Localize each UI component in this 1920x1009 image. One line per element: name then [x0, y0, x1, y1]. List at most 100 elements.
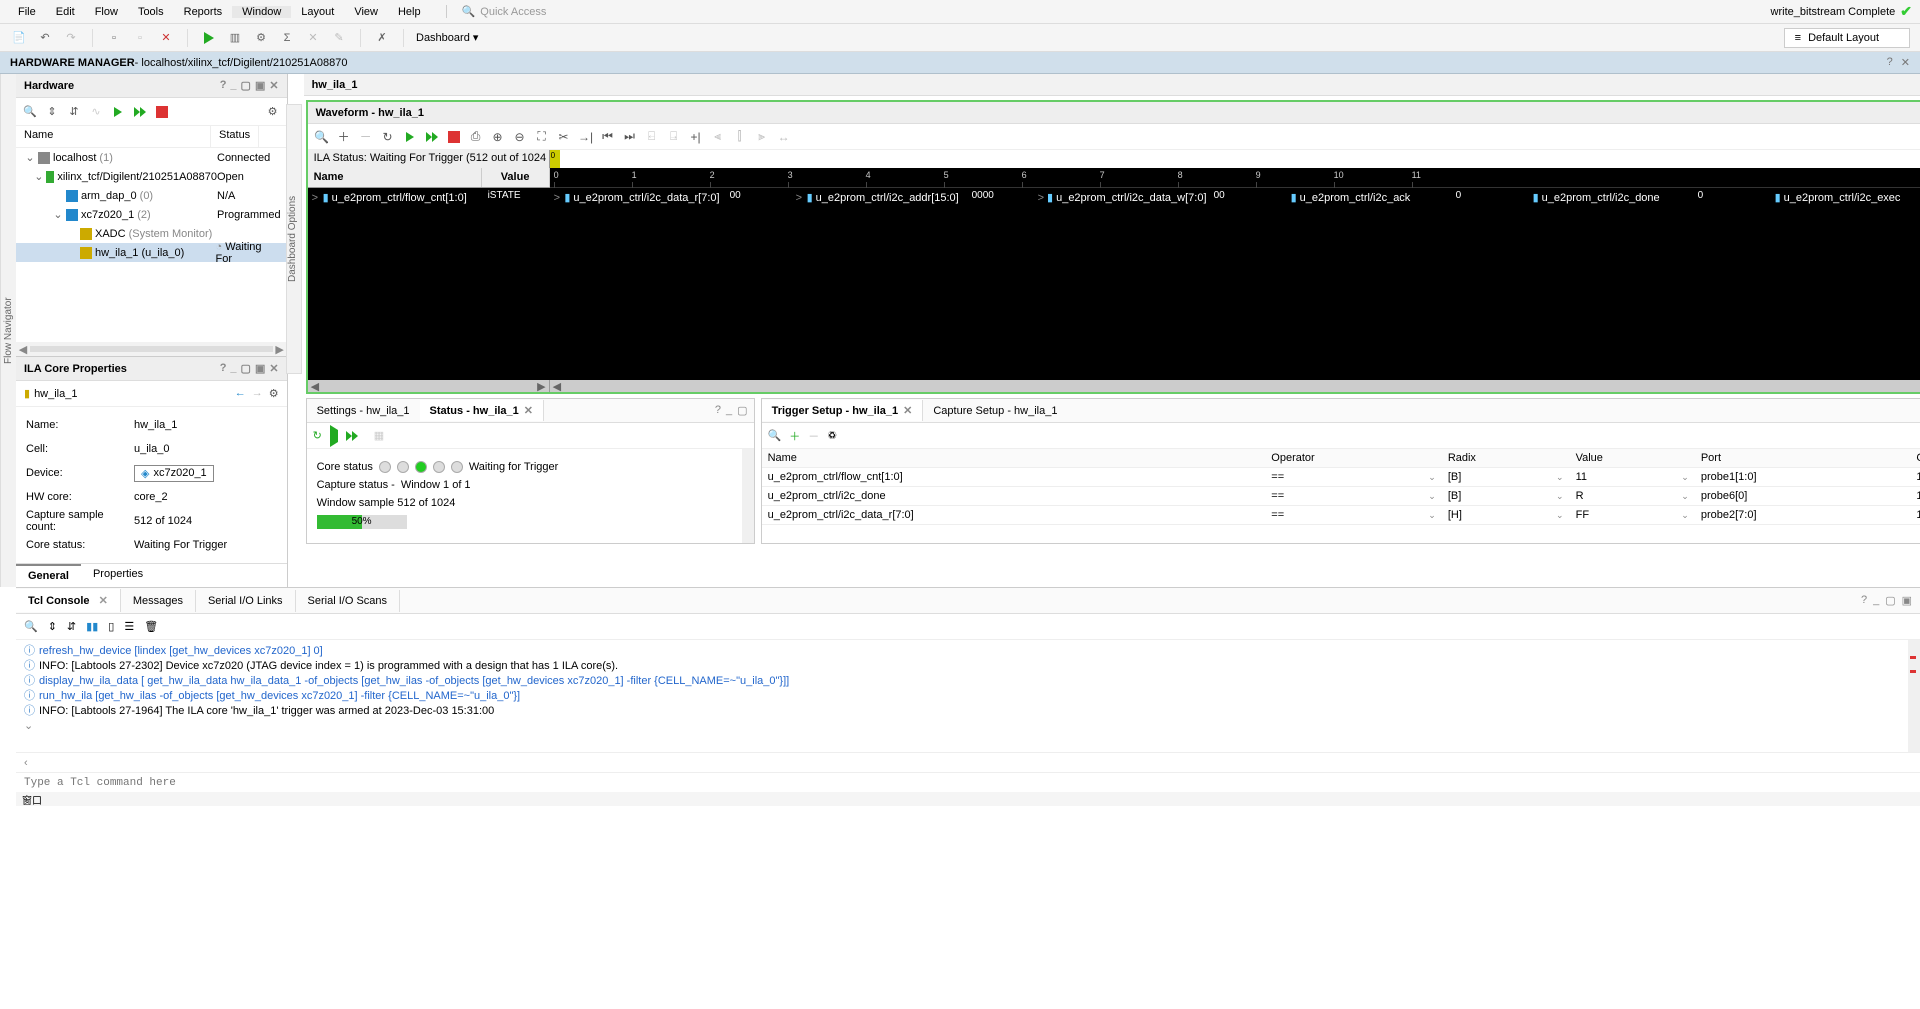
signal-row[interactable]: >▮u_e2prom_ctrl/i2c_addr[15:0]0000	[792, 188, 1034, 207]
play-icon[interactable]	[330, 430, 338, 442]
tab-settings[interactable]: Settings - hw_ila_1	[307, 401, 420, 421]
remove-icon[interactable]: －	[808, 428, 819, 444]
minimize-icon[interactable]: _	[230, 79, 236, 92]
table-row[interactable]: u_e2prom_ctrl/flow_cnt[1:0]==⌄[B]⌄11⌄pro…	[762, 468, 1920, 487]
play-icon[interactable]	[110, 104, 126, 120]
refresh-icon[interactable]: ↻	[313, 429, 322, 442]
quick-access[interactable]: 🔍 Quick Access	[446, 5, 547, 18]
help-icon[interactable]: ?	[715, 404, 721, 417]
tree-row[interactable]: ⌄xilinx_tcf/Digilent/210251A08870Open	[16, 167, 287, 186]
waveform-scrollbar[interactable]: ◀▶ ◀	[308, 380, 1920, 392]
wv-col-value[interactable]: Value	[482, 168, 550, 187]
align-left-icon[interactable]: ⫷	[710, 129, 726, 145]
signal-row[interactable]: >▮u_e2prom_ctrl/i2c_data_r[7:0]00	[550, 188, 792, 207]
align-right-icon[interactable]: ⫸	[754, 129, 770, 145]
pause-icon[interactable]: ▮▮	[86, 620, 98, 633]
close-icon[interactable]: ✕	[1901, 56, 1910, 69]
expand-icon[interactable]: ⌄	[53, 208, 63, 221]
col-header[interactable]: Name	[762, 449, 1266, 468]
menu-reports[interactable]: Reports	[174, 6, 233, 18]
wv-col-name[interactable]: Name	[308, 168, 482, 187]
restore-icon[interactable]: ▢	[241, 79, 251, 92]
tcl-output[interactable]: ⓘrefresh_hw_device [lindex [get_hw_devic…	[16, 640, 1920, 752]
cut-icon[interactable]: ✂	[556, 129, 572, 145]
col-header[interactable]: Value	[1570, 449, 1695, 468]
zoom-out-icon[interactable]: ⊖	[512, 129, 528, 145]
marker-icon[interactable]: →|	[578, 129, 594, 145]
col-header[interactable]: Port	[1695, 449, 1910, 468]
signal-row[interactable]: >▮u_e2prom_ctrl/i2c_data_w[7:0]00	[1034, 188, 1276, 207]
device-link[interactable]: ◈xc7z020_1	[134, 465, 214, 482]
menu-file[interactable]: File	[8, 6, 46, 18]
menu-flow[interactable]: Flow	[85, 6, 128, 18]
close-icon[interactable]: ✕	[269, 362, 278, 375]
tab-serial-links[interactable]: Serial I/O Links	[196, 590, 296, 612]
menu-help[interactable]: Help	[388, 6, 431, 18]
restore-icon[interactable]: ▢	[241, 362, 251, 375]
delete-icon[interactable]: ✕	[157, 29, 175, 47]
expand-icon[interactable]: ⌄	[34, 170, 43, 183]
tcl-input[interactable]	[20, 775, 1916, 791]
expand-icon[interactable]: ⇵	[66, 104, 82, 120]
synth-icon[interactable]: ▥	[226, 29, 244, 47]
go-start-icon[interactable]: ⏮	[600, 129, 616, 145]
tab-status[interactable]: Status - hw_ila_1 ✕	[420, 400, 544, 421]
export-icon[interactable]: ⎙	[468, 129, 484, 145]
col-header[interactable]: Radix	[1442, 449, 1570, 468]
operator-select[interactable]: ==⌄	[1271, 509, 1436, 521]
collapse-icon[interactable]: ⇕	[44, 104, 60, 120]
value-select[interactable]: FF⌄	[1576, 509, 1689, 521]
radix-select[interactable]: [B]⌄	[1448, 471, 1564, 483]
close-icon[interactable]: ✕	[269, 79, 278, 92]
radix-select[interactable]: [B]⌄	[1448, 490, 1564, 502]
minimize-icon[interactable]: _	[726, 404, 732, 417]
tree-row[interactable]: ⌄localhost (1)Connected	[16, 148, 287, 167]
back-icon[interactable]: ←	[235, 387, 246, 400]
tree-row[interactable]: arm_dap_0 (0)N/A	[16, 186, 287, 205]
tab-serial-scans[interactable]: Serial I/O Scans	[296, 590, 400, 612]
help-icon[interactable]: ?	[1887, 56, 1893, 69]
operator-select[interactable]: ==⌄	[1271, 471, 1436, 483]
search-icon[interactable]: 🔍	[22, 104, 38, 120]
layout-select[interactable]: ≡ Default Layout	[1784, 28, 1910, 48]
menu-layout[interactable]: Layout	[291, 6, 344, 18]
table-row[interactable]: u_e2prom_ctrl/i2c_done==⌄[B]⌄R⌄probe6[0]…	[762, 487, 1920, 506]
search-icon[interactable]: 🔍	[24, 620, 38, 633]
no-icon[interactable]: ✗	[373, 29, 391, 47]
zoom-fit-icon[interactable]: ⛶	[534, 129, 550, 145]
help-icon[interactable]: ?	[220, 362, 227, 375]
close-icon[interactable]: ✕	[99, 595, 108, 607]
hardware-tree[interactable]: ⌄localhost (1)Connected⌄xilinx_tcf/Digil…	[16, 148, 287, 342]
fast-forward-icon[interactable]	[132, 104, 148, 120]
collapse-icon[interactable]: ⇕	[48, 620, 57, 633]
expand-icon[interactable]: ⇵	[67, 620, 76, 633]
copy-icon[interactable]: ▫	[105, 29, 123, 47]
gear-icon[interactable]: ⚙	[265, 104, 281, 120]
remove-icon[interactable]: －	[358, 129, 374, 145]
add-icon[interactable]: ＋	[789, 428, 800, 444]
forward-icon[interactable]: →	[252, 387, 263, 400]
run-icon[interactable]	[200, 29, 218, 47]
tab-capture-setup[interactable]: Capture Setup - hw_ila_1	[923, 401, 1067, 421]
sigma-icon[interactable]: Σ	[278, 29, 296, 47]
menu-window[interactable]: Window	[232, 6, 291, 18]
search-icon[interactable]: 🔍	[768, 429, 782, 442]
swap-icon[interactable]: ↔	[776, 129, 792, 145]
settings-icon[interactable]: ▦	[374, 429, 384, 442]
minimize-icon[interactable]: _	[1873, 594, 1879, 607]
fast-forward-icon[interactable]	[346, 431, 358, 441]
list-icon[interactable]: ☰	[124, 620, 134, 633]
close-icon[interactable]: ✕	[903, 404, 912, 417]
prev-edge-icon[interactable]: ⍇	[644, 129, 660, 145]
next-edge-icon[interactable]: ⍈	[666, 129, 682, 145]
go-end-icon[interactable]: ⏭	[622, 129, 638, 145]
tab-tcl-console[interactable]: Tcl Console ✕	[16, 589, 121, 612]
value-select[interactable]: R⌄	[1576, 490, 1689, 502]
play-icon[interactable]	[402, 129, 418, 145]
paste-icon[interactable]: ▫	[131, 29, 149, 47]
restore-icon[interactable]: ▢	[1885, 594, 1895, 607]
table-row[interactable]: u_e2prom_ctrl/i2c_data_r[7:0]==⌄[H]⌄FF⌄p…	[762, 506, 1920, 525]
zoom-in-icon[interactable]: ⊕	[490, 129, 506, 145]
menu-tools[interactable]: Tools	[128, 6, 174, 18]
dashboard-options-tab[interactable]: Dashboard Options	[286, 104, 302, 374]
